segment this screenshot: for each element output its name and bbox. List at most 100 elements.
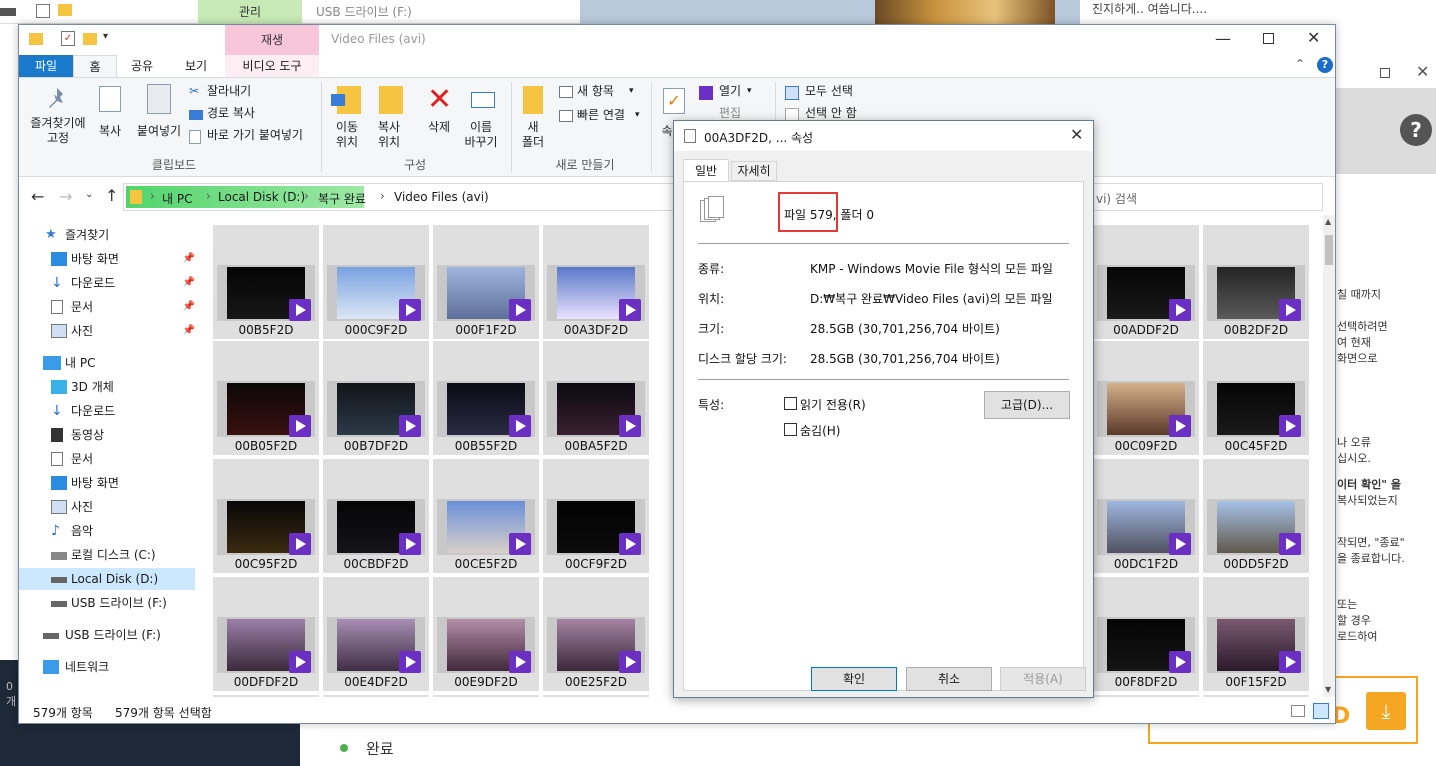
copy-to-button[interactable]: 복사 위치 [367, 120, 411, 150]
advanced-button[interactable]: 고급(D)... [984, 391, 1070, 419]
breadcrumb-local-disk[interactable]: Local Disk (D:) [218, 190, 305, 204]
file-thumbnail[interactable]: 00B5F2D [213, 225, 319, 339]
open-button[interactable]: 열기 [719, 84, 741, 99]
file-thumbnail[interactable]: 00CE5F2D [433, 459, 539, 573]
ok-button[interactable]: 확인 [811, 667, 897, 691]
nav-item-documents-pc[interactable]: 문서 [51, 448, 93, 470]
file-thumbnail[interactable]: 00C09F2D [1093, 341, 1199, 455]
breadcrumb-video-files[interactable]: Video Files (avi) [394, 190, 489, 204]
properties-icon[interactable]: ✓ [61, 31, 75, 46]
nav-item-pictures[interactable]: 사진 📌 [51, 320, 195, 342]
easy-access-button[interactable]: 빠른 연결 [577, 108, 625, 123]
maximize-icon[interactable] [1380, 68, 1390, 78]
new-item-button[interactable]: 새 항목 [577, 84, 614, 99]
breadcrumb-this-pc[interactable]: 내 PC [162, 190, 192, 207]
nav-item-downloads[interactable]: ↓ 다운로드 📌 [51, 272, 195, 294]
scroll-down-icon[interactable]: ▼ [1325, 685, 1331, 694]
file-thumbnail[interactable] [213, 695, 319, 697]
file-thumbnail[interactable]: 00DFDF2D [213, 577, 319, 691]
file-thumbnail[interactable]: 00E25F2D [543, 577, 649, 691]
pin-to-quick-access-button[interactable]: 즐겨찾기에 고정 [25, 116, 91, 146]
hidden-checkbox[interactable] [784, 423, 797, 436]
file-thumbnail[interactable]: 00DC1F2D [1093, 459, 1199, 573]
tab-general[interactable]: 일반 [683, 159, 729, 182]
cut-button[interactable]: 잘라내기 [207, 84, 251, 99]
tab-video-tools[interactable]: 비디오 도구 [225, 55, 319, 77]
close-icon[interactable]: ✕ [1416, 62, 1429, 81]
large-icons-view-icon[interactable] [1313, 703, 1329, 719]
file-thumbnail[interactable] [1203, 695, 1309, 697]
vertical-scrollbar[interactable]: ▲ ▼ [1323, 215, 1335, 697]
forward-button[interactable]: → [59, 187, 72, 206]
nav-item-usb-f[interactable]: USB 드라이브 (F:) [51, 592, 167, 614]
tab-share[interactable]: 공유 [119, 55, 165, 77]
file-thumbnail[interactable]: 00C95F2D [213, 459, 319, 573]
nav-usb-root[interactable]: USB 드라이브 (F:) [43, 624, 161, 646]
file-thumbnail[interactable]: 00B05F2D [213, 341, 319, 455]
file-thumbnail[interactable]: 00C45F2D [1203, 341, 1309, 455]
nav-item-local-disk-c[interactable]: 로컬 디스크 (C:) [51, 544, 156, 566]
move-to-button[interactable]: 이동 위치 [325, 120, 369, 150]
select-none-button[interactable]: 선택 안 함 [805, 106, 857, 121]
quick-access-dropdown-icon[interactable]: ▾ [103, 31, 108, 42]
file-thumbnail[interactable]: 000F1F2D [433, 225, 539, 339]
paste-shortcut-button[interactable]: 바로 가기 붙여넣기 [207, 128, 303, 143]
copy-button[interactable]: 복사 [93, 124, 127, 139]
file-thumbnail[interactable]: 00F8DF2D [1093, 577, 1199, 691]
file-thumbnail[interactable] [1093, 695, 1199, 697]
help-icon[interactable]: ? [1400, 114, 1432, 146]
file-thumbnail[interactable]: 00A3DF2D [543, 225, 649, 339]
scroll-up-icon[interactable]: ▲ [1325, 217, 1331, 226]
file-thumbnail[interactable]: 00ADDF2D [1093, 225, 1199, 339]
tab-file[interactable]: 파일 [19, 55, 73, 77]
nav-item-desktop[interactable]: 바탕 화면 📌 [51, 248, 195, 270]
file-thumbnail[interactable]: 00CF9F2D [543, 459, 649, 573]
edit-button[interactable]: 편집 [719, 106, 741, 121]
paste-button[interactable]: 붙여넣기 [131, 124, 187, 139]
nav-item-videos[interactable]: 동영상 [51, 424, 104, 446]
nav-item-documents[interactable]: 문서 📌 [51, 296, 195, 318]
file-thumbnail[interactable]: 000C9F2D [323, 225, 429, 339]
nav-item-pictures-pc[interactable]: 사진 [51, 496, 93, 518]
nav-quick-access[interactable]: ★ 즐겨찾기 [45, 224, 109, 246]
nav-this-pc[interactable]: 내 PC [43, 352, 95, 374]
delete-button[interactable]: 삭제 [421, 120, 457, 135]
context-tab-play[interactable]: 재생 [225, 25, 319, 55]
file-thumbnail[interactable]: 00BA5F2D [543, 341, 649, 455]
details-view-icon[interactable] [1291, 705, 1305, 717]
file-thumbnail[interactable]: 00E4DF2D [323, 577, 429, 691]
tab-details[interactable]: 자세히 [731, 161, 777, 181]
help-icon[interactable]: ? [1317, 57, 1333, 73]
file-thumbnail[interactable] [543, 695, 649, 697]
file-thumbnail[interactable]: 00B7DF2D [323, 341, 429, 455]
maximize-button[interactable] [1263, 33, 1274, 44]
search-box[interactable]: vi) 검색 [1096, 190, 1137, 207]
file-thumbnail[interactable]: 00F15F2D [1203, 577, 1309, 691]
collapse-ribbon-icon[interactable]: ⌃ [1295, 57, 1305, 71]
rename-button[interactable]: 이름 바꾸기 [459, 120, 503, 150]
close-button[interactable]: ✕ [1307, 28, 1320, 47]
file-thumbnail[interactable]: 00DD5F2D [1203, 459, 1309, 573]
up-button[interactable]: ↑ [105, 186, 118, 205]
tab-home[interactable]: 홈 [73, 55, 117, 77]
nav-item-3d-objects[interactable]: 3D 개체 [51, 376, 114, 398]
apply-button[interactable]: 적용(A) [1000, 667, 1086, 691]
back-button[interactable]: ← [31, 187, 44, 206]
file-thumbnail[interactable]: 00E9DF2D [433, 577, 539, 691]
cancel-button[interactable]: 취소 [906, 667, 992, 691]
nav-item-downloads-pc[interactable]: ↓ 다운로드 [51, 400, 115, 422]
readonly-checkbox[interactable] [784, 397, 797, 410]
nav-item-local-disk-d[interactable]: Local Disk (D:) [19, 568, 195, 590]
new-folder-button[interactable]: 새 폴더 [515, 120, 551, 150]
nav-item-desktop-pc[interactable]: 바탕 화면 [51, 472, 119, 494]
recent-locations-icon[interactable]: ⌄ [85, 189, 93, 200]
minimize-button[interactable]: — [1215, 29, 1231, 48]
breadcrumb-recovered[interactable]: 복구 완료 [318, 190, 366, 207]
nav-network[interactable]: 네트워크 [43, 656, 109, 678]
file-thumbnail[interactable]: 00B2DF2D [1203, 225, 1309, 339]
copy-path-button[interactable]: 경로 복사 [207, 106, 255, 121]
dialog-close-button[interactable]: ✕ [1070, 125, 1083, 144]
file-thumbnail[interactable] [433, 695, 539, 697]
file-thumbnail[interactable]: 00CBDF2D [323, 459, 429, 573]
manage-tab[interactable]: 관리 [198, 0, 302, 24]
